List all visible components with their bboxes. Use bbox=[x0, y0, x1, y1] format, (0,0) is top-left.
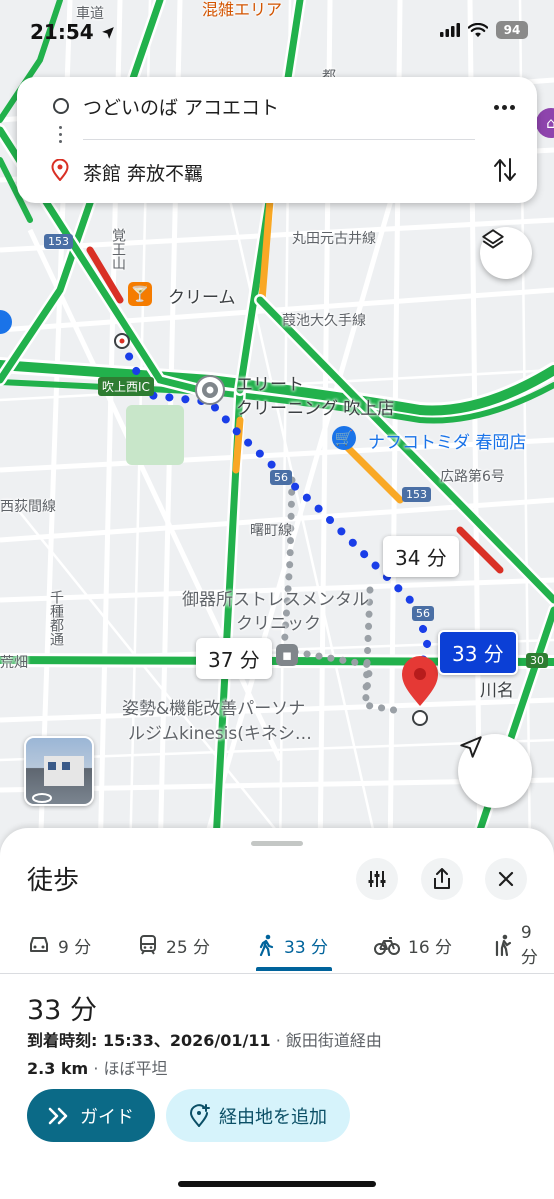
route-connector-icon bbox=[59, 126, 63, 146]
route-shield-153: 153 bbox=[402, 487, 431, 502]
more-options-icon[interactable] bbox=[491, 97, 517, 117]
destination-pin-icon bbox=[51, 159, 69, 181]
tab-rideshare[interactable]: 9 分 bbox=[493, 916, 554, 974]
swap-directions-icon[interactable] bbox=[493, 157, 517, 183]
share-button[interactable] bbox=[421, 858, 463, 900]
layers-button[interactable] bbox=[480, 227, 532, 279]
map-label: 曙町線 bbox=[250, 523, 292, 539]
distance-info: 2.3 km · ほぼ平坦 bbox=[27, 1055, 168, 1079]
navigation-arrow-icon bbox=[460, 736, 482, 758]
route-inputs-card: つどいのば アコエコト 茶館 奔放不羈 bbox=[17, 77, 537, 203]
route-duration-selected[interactable]: 33 分 bbox=[438, 630, 518, 675]
add-stop-button[interactable]: 経由地を追加 bbox=[166, 1089, 350, 1142]
arrival-time: 到着時刻: 15:33、2026/01/11 bbox=[27, 1031, 271, 1050]
route-duration-alt[interactable]: 37 分 bbox=[196, 638, 272, 679]
cellular-signal-icon bbox=[440, 23, 460, 37]
status-icons: 94 bbox=[440, 21, 528, 39]
route-terrain: · ほぼ平坦 bbox=[88, 1059, 168, 1078]
route-shield-56: 56 bbox=[412, 606, 434, 621]
transit-icon bbox=[140, 935, 156, 955]
route-shield-56: 56 bbox=[270, 470, 292, 485]
route-duration: 33 分 bbox=[27, 995, 97, 1026]
active-tab-indicator bbox=[256, 967, 332, 971]
clock-time: 21:54 bbox=[30, 20, 94, 44]
map-label: 葭池大久手線 bbox=[282, 313, 366, 329]
route-distance: 2.3 km bbox=[27, 1059, 89, 1078]
location-arrow-icon bbox=[101, 27, 114, 39]
add-stop-label: 経由地を追加 bbox=[219, 1106, 327, 1128]
sheet-drag-handle[interactable] bbox=[251, 841, 303, 846]
arrival-info: 到着時刻: 15:33、2026/01/11 · 飯田街道経由 bbox=[27, 1027, 382, 1051]
start-guide-button[interactable]: ガイド bbox=[27, 1089, 155, 1142]
route-via: · 飯田街道経由 bbox=[270, 1031, 382, 1050]
route-duration-alt[interactable]: 34 分 bbox=[383, 536, 459, 577]
tab-cycling[interactable]: 16 分 bbox=[374, 916, 452, 974]
poi-label[interactable]: ルジムkinesis(キネシ… bbox=[128, 719, 312, 744]
tab-walking[interactable]: 33 分 bbox=[258, 916, 328, 974]
poi-label[interactable]: エリート bbox=[236, 370, 304, 395]
street-view-thumbnail[interactable] bbox=[24, 736, 94, 806]
transit-stop-icon[interactable]: ▪ bbox=[276, 644, 298, 666]
mode-label: 25 分 bbox=[166, 937, 211, 958]
map-label: 西荻間線 bbox=[0, 499, 56, 515]
mode-label: 16 分 bbox=[408, 937, 453, 958]
route-shield-30: 30 bbox=[526, 653, 548, 668]
double-chevron-icon bbox=[48, 1107, 68, 1124]
directions-sheet: 徒歩 9 分 25 分 33 分 16 分 9 分 33 分 到着時刻: 15:… bbox=[0, 828, 554, 1199]
status-bar: 21:54 94 bbox=[0, 0, 554, 60]
travel-mode-tabs: 9 分 25 分 33 分 16 分 9 分 bbox=[0, 916, 554, 974]
destination-field[interactable]: 茶館 奔放不羈 bbox=[83, 159, 203, 186]
bike-icon bbox=[374, 937, 400, 955]
map-label: 荒畑 bbox=[0, 655, 28, 671]
battery-level: 94 bbox=[503, 23, 521, 37]
poi-label[interactable]: ナフコトミダ 春岡店 bbox=[368, 428, 526, 453]
poi-label[interactable]: クリーニング 吹上店 bbox=[236, 394, 394, 419]
walk-icon bbox=[259, 934, 274, 956]
clock: 21:54 bbox=[30, 20, 115, 44]
tune-icon bbox=[368, 871, 386, 887]
bar-icon[interactable]: 🍸 bbox=[128, 282, 152, 306]
origin-circle-icon bbox=[53, 98, 69, 114]
interchange-label: 吹上西IC bbox=[98, 377, 154, 396]
poi-label[interactable]: 御器所ストレスメンタル bbox=[182, 585, 369, 610]
map-label: 覚王山 bbox=[110, 228, 126, 270]
close-button[interactable] bbox=[485, 858, 527, 900]
route-divider bbox=[83, 139, 475, 140]
origin-field[interactable]: つどいのば アコエコト bbox=[83, 93, 279, 120]
street-view-icon bbox=[32, 756, 84, 803]
poi-label[interactable]: 姿勢&機能改善パーソナ bbox=[122, 694, 305, 719]
layers-icon bbox=[482, 229, 504, 249]
map-label: 丸田元古井線 bbox=[292, 231, 376, 247]
battery-indicator: 94 bbox=[496, 21, 528, 39]
car-icon bbox=[30, 937, 48, 952]
mode-label: 33 分 bbox=[284, 937, 329, 958]
guide-button-label: ガイド bbox=[80, 1106, 134, 1128]
poi-label[interactable]: クリニック bbox=[236, 609, 321, 634]
poi-label[interactable]: クリーム bbox=[168, 283, 236, 308]
close-icon bbox=[498, 871, 514, 887]
add-location-icon bbox=[189, 1103, 210, 1127]
rideshare-icon bbox=[495, 934, 512, 956]
wifi-icon bbox=[468, 22, 488, 37]
tab-transit[interactable]: 25 分 bbox=[138, 916, 210, 974]
mode-label: 9 分 bbox=[520, 922, 538, 968]
shopping-cart-icon[interactable]: 🛒 bbox=[332, 426, 356, 450]
route-shield-153: 153 bbox=[44, 234, 73, 249]
share-icon bbox=[434, 868, 450, 889]
map-label: 川名 bbox=[480, 681, 514, 701]
mode-label: 9 分 bbox=[58, 937, 92, 958]
route-options-button[interactable] bbox=[356, 858, 398, 900]
my-location-button[interactable] bbox=[458, 734, 532, 808]
home-indicator[interactable] bbox=[178, 1181, 376, 1187]
map-label: 千種都通 bbox=[48, 590, 64, 646]
map-label: 広路第6号 bbox=[440, 469, 505, 485]
sheet-title: 徒歩 bbox=[27, 866, 80, 896]
tab-driving[interactable]: 9 分 bbox=[28, 916, 91, 974]
